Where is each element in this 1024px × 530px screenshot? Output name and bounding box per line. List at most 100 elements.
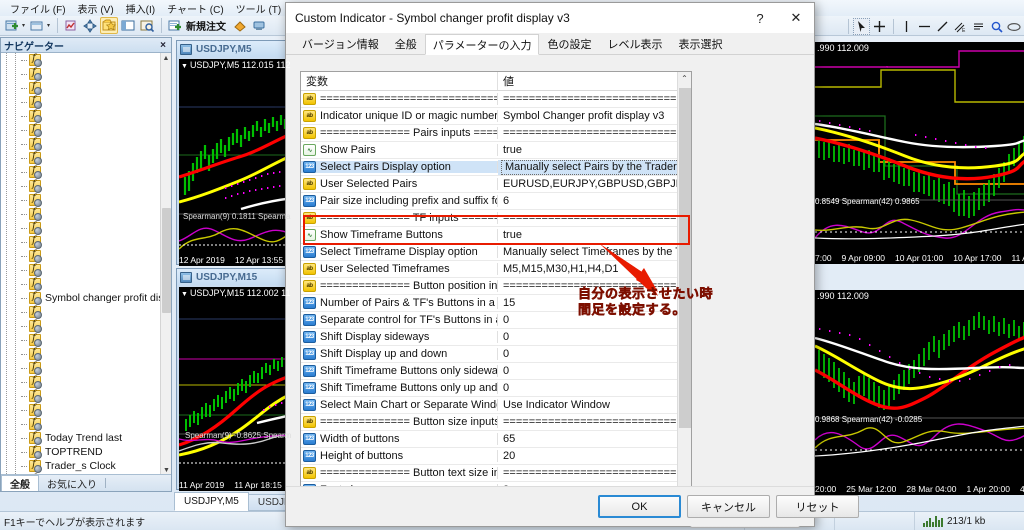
param-value-cell[interactable]: ==================================... bbox=[498, 212, 691, 224]
menu-item-chart[interactable]: チャート (C) bbox=[161, 1, 230, 16]
chart-canvas-m15[interactable]: ▼USDJPY,M15 112.002 112.0 bbox=[179, 287, 291, 491]
navigator-item[interactable]: Trader_s Clock bbox=[1, 459, 171, 473]
navigator-item[interactable] bbox=[1, 165, 171, 179]
horizontal-line-icon[interactable] bbox=[916, 18, 933, 35]
table-row[interactable]: ab ============== Button text size input.… bbox=[301, 465, 691, 482]
navigator-item[interactable] bbox=[1, 95, 171, 109]
param-value-cell[interactable]: ==================================... bbox=[498, 467, 691, 479]
param-value-cell[interactable]: 0 bbox=[498, 331, 691, 343]
table-row[interactable]: 123 Shift Display up and down 0 bbox=[301, 346, 691, 363]
close-icon[interactable]: ✕ bbox=[778, 3, 814, 33]
param-value-cell[interactable]: EURUSD,EURJPY,GBPUSD,GBPJPY,USDJPY,US... bbox=[498, 178, 691, 190]
ok-button[interactable]: OK bbox=[598, 495, 681, 518]
dialog-tab-2[interactable]: パラメーターの入力 bbox=[424, 34, 540, 55]
profiles-dropdown-icon[interactable]: ▾ bbox=[47, 22, 50, 29]
help-icon[interactable]: ? bbox=[742, 3, 778, 33]
dialog-tab-0[interactable]: バージョン情報 bbox=[294, 33, 387, 54]
chart-canvas-right-lower[interactable]: .990 112.009 0.9868 Spearman(42) -0.0285… bbox=[815, 290, 1024, 495]
market-watch-icon[interactable] bbox=[62, 17, 80, 34]
chart-canvas-right-upper[interactable]: .990 112.009 0.8549 Spearman(42) 0.9865 … bbox=[815, 42, 1024, 264]
navigator-item[interactable] bbox=[1, 123, 171, 137]
table-row[interactable]: ab User Selected Pairs EURUSD,EURJPY,GBPUS… bbox=[301, 176, 691, 193]
param-value-cell[interactable]: Use Indicator Window bbox=[498, 399, 691, 411]
navigator-item[interactable] bbox=[1, 417, 171, 431]
terminal-icon[interactable] bbox=[119, 17, 137, 34]
table-row[interactable]: 123 Width of buttons 65 bbox=[301, 431, 691, 448]
navigator-icon[interactable] bbox=[100, 17, 119, 34]
table-row[interactable]: ab ==============================... =====… bbox=[301, 91, 691, 108]
chart-window-right-lower[interactable]: .990 112.009 0.9868 Spearman(42) -0.0285… bbox=[815, 290, 1024, 495]
new-chart-icon[interactable] bbox=[3, 17, 21, 34]
navigator-item[interactable] bbox=[1, 81, 171, 95]
navigator-scrollbar[interactable]: ▲ ▼ bbox=[160, 53, 171, 476]
navigator-item[interactable] bbox=[1, 179, 171, 193]
navigator-item[interactable] bbox=[1, 319, 171, 333]
navigator-item[interactable] bbox=[1, 389, 171, 403]
navigator-close-icon[interactable]: × bbox=[160, 40, 168, 51]
navigator-item[interactable] bbox=[1, 347, 171, 361]
dialog-tab-1[interactable]: 全般 bbox=[386, 33, 425, 54]
navigator-item[interactable] bbox=[1, 221, 171, 235]
new-order-icon[interactable] bbox=[166, 17, 184, 34]
navigator-item[interactable] bbox=[1, 249, 171, 263]
chart-window-right-upper[interactable]: .990 112.009 0.8549 Spearman(42) 0.9865 … bbox=[815, 42, 1024, 264]
vertical-line-icon[interactable] bbox=[898, 18, 915, 35]
chart-tab-usdjpy-m5[interactable]: USDJPY,M5 bbox=[174, 492, 249, 511]
dialog-title-bar[interactable]: Custom Indicator - Symbol changer profit… bbox=[286, 3, 814, 33]
menu-item-tools[interactable]: ツール (T) bbox=[230, 1, 288, 16]
chart-window-usdjpy-m15[interactable]: USDJPY,M15 ▼USDJPY,M15 112.002 112.0 bbox=[176, 268, 294, 491]
menu-item-file[interactable]: ファイル (F) bbox=[4, 1, 72, 16]
navigator-item[interactable] bbox=[1, 361, 171, 375]
scroll-up-icon[interactable]: ▲ bbox=[161, 53, 171, 64]
table-row[interactable]: 123 Shift Display sideways 0 bbox=[301, 329, 691, 346]
param-value-cell[interactable]: Symbol Changer profit display v3 bbox=[498, 110, 691, 122]
param-value-cell[interactable]: ==================================... bbox=[498, 127, 691, 139]
navigator-tab-favorites[interactable]: お気に入り bbox=[39, 475, 105, 491]
param-value-combobox[interactable]: Manually select Pairs by the Trader▼ bbox=[501, 159, 691, 175]
table-row[interactable]: 123 Shift Timeframe Buttons only up and d… bbox=[301, 380, 691, 397]
table-row[interactable]: 123 Shift Timeframe Buttons only sideways… bbox=[301, 363, 691, 380]
param-value-cell[interactable]: 0 bbox=[498, 348, 691, 360]
crosshair-icon[interactable] bbox=[871, 18, 888, 35]
navigator-item[interactable] bbox=[1, 403, 171, 417]
param-value-cell[interactable]: 20 bbox=[498, 450, 691, 462]
chart-window-usdjpy-m5[interactable]: USDJPY,M5 ▼USDJPY,M5 112.015 112.01 bbox=[176, 40, 294, 266]
new-order-label[interactable]: 新規注文 bbox=[186, 18, 226, 33]
navigator-tree[interactable]: Symbol changer profit dis Today Trend las… bbox=[1, 53, 171, 476]
dialog-tab-4[interactable]: レベル表示 bbox=[599, 33, 671, 54]
expert-advisors-icon[interactable] bbox=[231, 17, 249, 34]
navigator-item[interactable] bbox=[1, 193, 171, 207]
param-value-cell[interactable]: true bbox=[498, 144, 691, 156]
equidistant-channel-icon[interactable]: E bbox=[952, 18, 969, 35]
cursor-icon[interactable] bbox=[853, 17, 870, 35]
param-value-cell[interactable]: 65 bbox=[498, 433, 691, 445]
table-row[interactable]: 123 Height of buttons 20 bbox=[301, 448, 691, 465]
profiles-icon[interactable] bbox=[28, 17, 46, 34]
param-value-cell[interactable]: ==================================... bbox=[498, 93, 691, 105]
navigator-item[interactable] bbox=[1, 263, 171, 277]
table-row[interactable]: 123 Select Main Chart or Separate Window U… bbox=[301, 397, 691, 414]
navigator-item[interactable]: Today Trend last bbox=[1, 431, 171, 445]
param-value-cell[interactable]: Manually select Pairs by the Trader▼ bbox=[498, 159, 691, 175]
table-row[interactable]: ab ============== Button size inputs ==..… bbox=[301, 414, 691, 431]
navigator-tab-all[interactable]: 全般 bbox=[1, 475, 39, 491]
navigator-item[interactable] bbox=[1, 53, 171, 67]
grid-scroll-up-icon[interactable]: ⌃ bbox=[678, 72, 691, 86]
table-row[interactable]: ab ============== Pairs inputs ======... =… bbox=[301, 125, 691, 142]
navigator-item[interactable] bbox=[1, 305, 171, 319]
navigator-item[interactable] bbox=[1, 67, 171, 81]
navigator-item[interactable] bbox=[1, 277, 171, 291]
cancel-button[interactable]: キャンセル bbox=[687, 495, 770, 518]
strategy-tester-icon[interactable] bbox=[138, 17, 156, 34]
param-value-cell[interactable]: 0 bbox=[498, 382, 691, 394]
menu-item-insert[interactable]: 挿入(I) bbox=[120, 1, 161, 16]
navigator-item[interactable] bbox=[1, 151, 171, 165]
text-label-icon[interactable] bbox=[970, 18, 987, 35]
navigator-item[interactable]: Symbol changer profit dis bbox=[1, 291, 171, 305]
navigator-item[interactable] bbox=[1, 333, 171, 347]
dialog-tab-3[interactable]: 色の設定 bbox=[539, 33, 600, 54]
navigator-item[interactable] bbox=[1, 375, 171, 389]
trendline-icon[interactable] bbox=[934, 18, 951, 35]
data-window-icon[interactable] bbox=[81, 17, 99, 34]
param-value-cell[interactable]: 6 bbox=[498, 195, 691, 207]
